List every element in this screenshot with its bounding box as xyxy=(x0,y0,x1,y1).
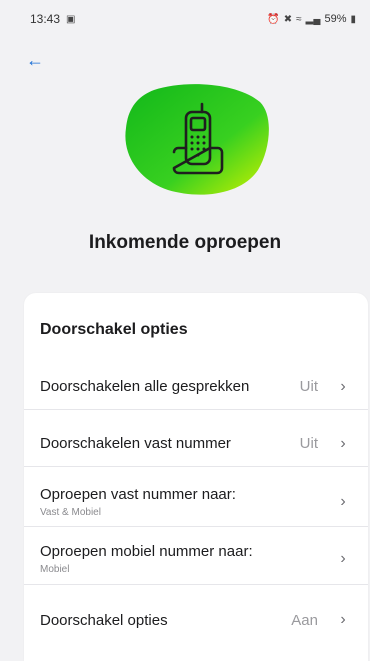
row-label: Doorschakelen vast nummer xyxy=(40,435,231,452)
row-forward-landline[interactable]: Doorschakelen vast nummer Uit › xyxy=(24,421,368,467)
row-sublabel: Vast & Mobiel xyxy=(40,506,101,518)
alarm-icon: ⏰ xyxy=(267,13,280,25)
card-title: Doorschakel opties xyxy=(40,321,188,338)
status-time: 13:43 xyxy=(30,12,61,26)
mute-icon: ✖ xyxy=(283,13,293,25)
phone-illustration xyxy=(125,84,269,195)
battery-icon: ▮ xyxy=(350,13,356,25)
row-value: Uit xyxy=(299,435,318,452)
row-landline-calls-to[interactable]: Oproepen vast nummer naar: Vast & Mobiel… xyxy=(24,477,368,527)
chevron-right-icon: › xyxy=(340,549,346,567)
page-title: Inkomende oproepen xyxy=(88,232,282,253)
chevron-right-icon: › xyxy=(340,434,346,452)
row-forwarding-options[interactable]: Doorschakel opties Aan › xyxy=(24,595,368,645)
signal-icon: ▂▄ xyxy=(305,13,321,25)
row-label: Doorschakelen alle gesprekken xyxy=(40,378,250,395)
row-mobile-calls-to[interactable]: Oproepen mobiel nummer naar: Mobiel › xyxy=(24,533,368,585)
green-blob xyxy=(125,84,269,195)
wifi-icon: ≈ xyxy=(296,13,302,25)
chevron-right-icon: › xyxy=(340,377,346,395)
row-label: Oproepen vast nummer naar: xyxy=(40,485,236,503)
chevron-right-icon: › xyxy=(340,492,346,510)
forwarding-options-card: Doorschakel opties Doorschakelen alle ge… xyxy=(24,293,368,661)
row-value: Uit xyxy=(299,378,318,395)
row-label: Oproepen mobiel nummer naar: xyxy=(40,542,253,560)
back-arrow-icon[interactable]: ← xyxy=(26,50,46,70)
row-value: Aan xyxy=(291,611,318,629)
battery-percentage: 59% xyxy=(324,13,347,25)
row-label: Doorschakel opties xyxy=(40,611,168,629)
row-sublabel: Mobiel xyxy=(40,563,70,575)
chevron-right-icon: › xyxy=(340,611,346,628)
calendar-icon: ▣ xyxy=(66,13,76,25)
row-forward-all-calls[interactable]: Doorschakelen alle gesprekken Uit › xyxy=(24,364,368,410)
status-bar: 13:43 ▣ ⏰ ✖ ≈ ▂▄ 59% ▮ xyxy=(0,0,370,38)
